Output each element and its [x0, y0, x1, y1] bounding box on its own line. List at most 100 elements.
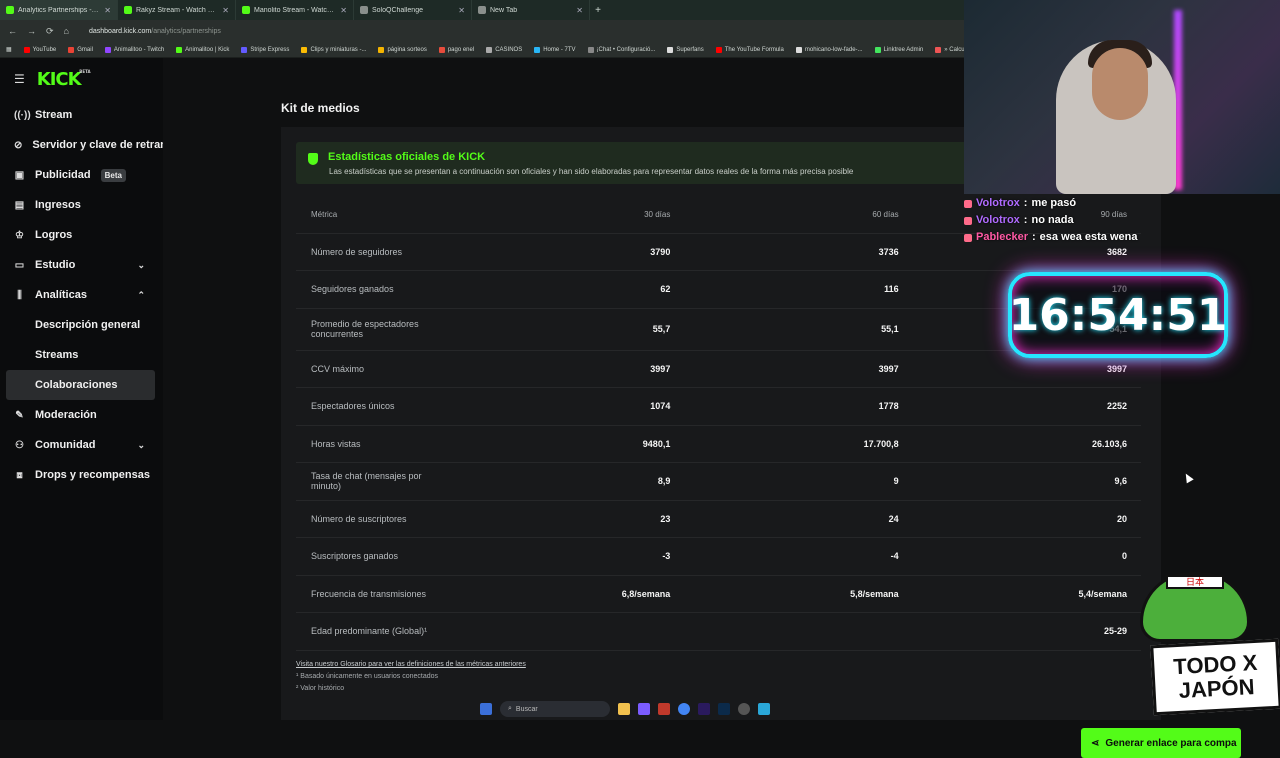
footnote: ² Valor histórico [296, 685, 345, 692]
sidebar-item-label: Colaboraciones [35, 379, 118, 391]
metric-value: 6,8/semana [456, 575, 685, 613]
metric-value: 23 [456, 500, 685, 538]
sidebar-item-label: Stream [35, 109, 73, 121]
pepe-sticker: 日本 TODO X JAPÓN [1110, 572, 1280, 720]
sidebar-item-label: Ingresos [35, 199, 81, 211]
metric-value: 5,4/semana [912, 575, 1141, 613]
sidebar-item-studio[interactable]: ▭ Estudio ⌄ [0, 250, 163, 280]
bookmark-item[interactable]: Gmail [68, 46, 93, 53]
bookmark-item[interactable]: página sorteos [378, 46, 427, 53]
sidebar-item-server-key[interactable]: ⊘ Servidor y clave de retran [0, 130, 167, 160]
sidebar-item-overview[interactable]: Descripción general [0, 310, 163, 340]
bookmark-item[interactable]: Linktree Admin [874, 46, 923, 53]
sidebar-item-income[interactable]: ▤ Ingresos [0, 190, 163, 220]
beta-badge: Beta [100, 168, 126, 182]
bookmark-item[interactable]: Clips y miniaturas -... [301, 46, 366, 53]
bookmark-item[interactable]: pago enel [438, 46, 474, 53]
close-tab-icon[interactable]: ✕ [222, 6, 229, 15]
chat-message: Volotrox: me pasó [964, 195, 1280, 212]
generate-link-button[interactable]: ⋖ Generar enlace para compa [1081, 728, 1241, 758]
url-host: dashboard.kick.com [88, 27, 152, 35]
bookmark-item[interactable]: YouTube [23, 46, 56, 53]
sidebar-item-analytics[interactable]: ⫼ Analíticas ⌃ [0, 280, 163, 310]
close-tab-icon[interactable]: ✕ [340, 6, 347, 15]
search-icon: ⌕ [508, 705, 512, 712]
browser-tab[interactable]: New Tab ✕ [472, 0, 590, 20]
folder-icon[interactable] [618, 703, 630, 715]
metric-value: 1074 [456, 387, 685, 426]
metric-value: 3997 [456, 350, 685, 388]
shield-icon [308, 153, 318, 165]
sidebar: ☰ KICK BETA ((·)) Stream ⊘ Servidor y clave… [0, 58, 167, 720]
metric-value: -3 [456, 537, 685, 576]
windows-start-icon[interactable] [480, 703, 492, 715]
premiere-icon[interactable] [698, 703, 710, 715]
metric-value: 3997 [684, 350, 913, 388]
close-tab-icon[interactable]: ✕ [458, 6, 465, 15]
chevron-down-icon: ⌄ [137, 259, 145, 270]
bookmark-label: ¡Chat • Configuració... [596, 46, 656, 53]
app-icon[interactable] [758, 703, 770, 715]
bookmark-item[interactable]: Stripe Express [241, 46, 289, 53]
sidebar-item-label: Publicidad [35, 169, 91, 181]
kick-favicon-icon [242, 6, 250, 14]
obs-icon[interactable] [738, 703, 750, 715]
app-icon[interactable] [638, 703, 650, 715]
glossary-link[interactable]: Visita nuestro Glosario para ver las def… [296, 659, 526, 671]
bookmark-item[interactable]: Animalitoo - Twitch [104, 46, 164, 53]
sidebar-item-achievements[interactable]: ♔ Logros [0, 220, 163, 250]
menu-icon[interactable]: ☰ [14, 72, 25, 86]
reload-icon[interactable]: ⟳ [46, 26, 54, 37]
kick-logo[interactable]: KICK BETA [37, 69, 91, 90]
sidebar-item-stream[interactable]: ((·)) Stream [0, 100, 163, 130]
metric-name: Número de seguidores [296, 233, 456, 271]
metric-value: 2252 [912, 387, 1141, 426]
sidebar-item-collaborations[interactable]: Colaboraciones [6, 370, 155, 400]
column-header: Métrica [296, 197, 456, 234]
bookmark-item[interactable]: Home - 7TV [534, 46, 576, 53]
metric-name: Seguidores ganados [296, 270, 456, 309]
badge-icon [964, 216, 972, 225]
photoshop-icon[interactable] [718, 703, 730, 715]
bookmark-item[interactable]: mohicano-low-fade-... [795, 46, 863, 53]
chrome-icon[interactable] [678, 703, 690, 715]
gift-icon: ⧈ [16, 469, 23, 481]
browser-tab[interactable]: Analytics Partnerships - Kick Da ✕ [0, 0, 118, 20]
table-row: CCV máximo 3997 3997 3997 [296, 350, 1141, 388]
new-tab-button[interactable]: + [590, 0, 606, 20]
forward-icon[interactable]: → [27, 26, 36, 36]
footnotes: Visita nuestro Glosario para ver las def… [296, 659, 526, 695]
url-field[interactable]: dashboard.kick.com/analytics/partnership… [89, 28, 221, 35]
bookmark-item[interactable]: Animalitoo | Kick [176, 46, 229, 53]
bookmark-folder[interactable]: CASINOS [486, 46, 522, 53]
sidebar-item-label: Moderación [35, 409, 97, 421]
close-tab-icon[interactable]: ✕ [104, 6, 111, 15]
chat-username: Volotrox [976, 214, 1020, 226]
browser-tab[interactable]: SoloQChallenge ✕ [354, 0, 472, 20]
metric-value: 25-29 [912, 612, 1141, 651]
browser-tab[interactable]: Manolito Stream - Watch Live o✕ [236, 0, 354, 20]
bookmark-item[interactable]: Superfans [667, 46, 704, 53]
apps-icon[interactable]: ▦ [6, 46, 12, 53]
notice-title: Estadísticas oficiales de KICK [328, 151, 486, 163]
browser-tab[interactable]: Rakyz Stream - Watch Live on K ✕ [118, 0, 236, 20]
bookmark-item[interactable]: The YouTube Formula [715, 46, 784, 53]
calendar-icon[interactable] [658, 703, 670, 715]
taskbar-search[interactable]: ⌕ Buscar [500, 701, 610, 717]
sidebar-item-streams[interactable]: Streams [0, 340, 163, 370]
sidebar-item-community[interactable]: ⚇ Comunidad ⌄ [0, 430, 163, 460]
home-icon[interactable]: ⌂ [64, 26, 69, 36]
sidebar-item-label: Analíticas [35, 289, 87, 301]
bookmark-label: página sorteos [387, 46, 427, 53]
chat-text: me pasó [1031, 197, 1077, 209]
back-icon[interactable]: ← [8, 26, 17, 36]
sidebar-item-moderation[interactable]: ✎ Moderación [0, 400, 163, 430]
sidebar-item-ads[interactable]: ▣ Publicidad Beta [0, 160, 163, 190]
chevron-down-icon: ⌄ [137, 439, 145, 450]
sidebar-item-drops[interactable]: ⧈ Drops y recompensas [0, 460, 163, 490]
close-tab-icon[interactable]: ✕ [576, 6, 583, 15]
metric-value: 9 [684, 462, 913, 501]
sidebar-item-label: Estudio [35, 259, 76, 271]
bookmark-item[interactable]: ¡Chat • Configuració... [587, 46, 656, 53]
metric-value: 9480,1 [456, 425, 685, 463]
